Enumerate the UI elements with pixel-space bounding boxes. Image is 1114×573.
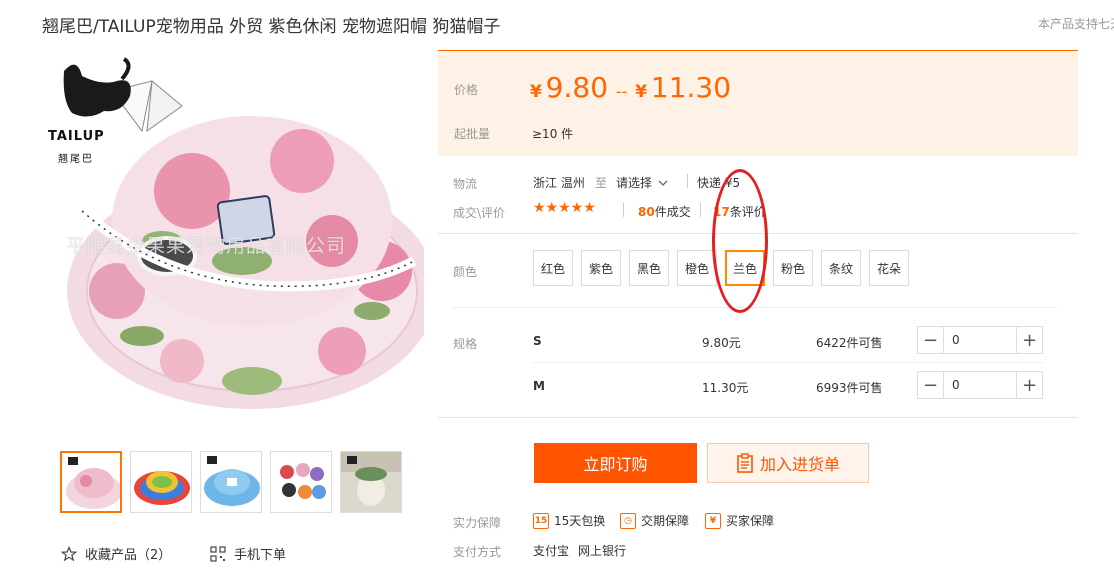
price-max: 11.30 bbox=[650, 71, 732, 104]
spec-price-m: 11.30元 bbox=[702, 381, 749, 395]
guarantee-15-day-exchange[interactable]: 15 15天包换 bbox=[533, 512, 605, 529]
color-option-red[interactable]: 红色 bbox=[533, 250, 573, 286]
main-product-image: TAILUP 翘尾巴 平阳县金果果宠物用品有限公司 bbox=[42, 51, 424, 431]
thumbnail-hat-collection[interactable] bbox=[270, 451, 332, 513]
image-watermark: 平阳县金果果宠物用品有限公司 bbox=[66, 235, 347, 257]
guarantee-label: 实力保障 bbox=[453, 516, 502, 530]
divider bbox=[623, 203, 624, 217]
minus-icon[interactable]: − bbox=[918, 372, 944, 398]
quantity-input-m[interactable]: 0 bbox=[944, 372, 1016, 398]
brand-logo: TAILUP bbox=[48, 129, 105, 144]
service-note: 本产品支持七天 bbox=[1038, 17, 1114, 31]
color-option-stripe[interactable]: 条纹 bbox=[821, 250, 861, 286]
qr-code-icon bbox=[210, 545, 226, 562]
color-option-flower[interactable]: 花朵 bbox=[869, 250, 909, 286]
payment-label: 支付方式 bbox=[453, 545, 502, 559]
quantity-input-s[interactable]: 0 bbox=[944, 327, 1016, 353]
star-outline-icon bbox=[61, 545, 77, 561]
section-divider bbox=[438, 233, 1078, 234]
quantity-stepper-m: − 0 + bbox=[917, 371, 1043, 399]
mobile-order[interactable]: 手机下单 bbox=[210, 544, 286, 563]
payment-online-bank: 网上银行 bbox=[578, 544, 627, 558]
spec-label: 规格 bbox=[453, 337, 478, 351]
moq-label: 起批量 bbox=[454, 127, 491, 141]
delivery-icon: ◷ bbox=[620, 512, 636, 529]
thumbnail-blue-hat[interactable] bbox=[200, 451, 262, 513]
logistics-to: 至 bbox=[595, 176, 608, 190]
moq-value: ≥10 件 bbox=[532, 127, 574, 141]
express-fee: 快递 ¥5 bbox=[697, 176, 741, 190]
favorite-label: 收藏产品（2） bbox=[85, 548, 172, 563]
thumbnail-strip bbox=[60, 451, 402, 513]
spec-stock-s: 6422件可售 bbox=[816, 336, 883, 350]
color-options: 红色 紫色 黑色 橙色 兰色 粉色 条纹 花朵 bbox=[533, 250, 909, 286]
rating-stars: ★★★★★ bbox=[533, 200, 596, 216]
favorite-product[interactable]: 收藏产品（2） bbox=[61, 544, 171, 563]
logistics-label: 物流 bbox=[453, 177, 478, 191]
color-option-orange[interactable]: 橙色 bbox=[677, 250, 717, 286]
destination-select[interactable]: 请选择 bbox=[616, 174, 668, 191]
color-label: 颜色 bbox=[453, 265, 478, 279]
spec-price-s: 9.80元 bbox=[702, 336, 741, 350]
payment-alipay: 支付宝 bbox=[533, 544, 570, 558]
thumbnail-floral-hat[interactable] bbox=[60, 451, 122, 513]
thumbnail-dog-wearing-hat[interactable] bbox=[340, 451, 402, 513]
deals-label: 成交\评价 bbox=[453, 206, 506, 220]
chevron-down-icon bbox=[658, 180, 668, 186]
section-divider bbox=[438, 417, 1078, 418]
row-divider bbox=[533, 362, 1043, 363]
mobile-order-label: 手机下单 bbox=[234, 548, 287, 563]
color-option-black[interactable]: 黑色 bbox=[629, 250, 669, 286]
guarantee-buyer[interactable]: ¥ 买家保障 bbox=[705, 512, 774, 529]
brand-logo-sub: 翘尾巴 bbox=[58, 154, 94, 165]
price-min: 9.80 bbox=[545, 71, 609, 104]
quantity-stepper-s: − 0 + bbox=[917, 326, 1043, 354]
shield-icon: ¥ bbox=[705, 512, 721, 529]
divider bbox=[700, 203, 701, 217]
minus-icon[interactable]: − bbox=[918, 327, 944, 353]
spec-name-s: S bbox=[533, 334, 542, 348]
price-label: 价格 bbox=[454, 83, 479, 97]
guarantee-delivery[interactable]: ◷ 交期保障 bbox=[620, 512, 689, 529]
color-option-purple[interactable]: 紫色 bbox=[581, 250, 621, 286]
color-option-pink[interactable]: 粉色 bbox=[773, 250, 813, 286]
logistics-origin: 浙江 温州 bbox=[533, 176, 585, 190]
clipboard-icon bbox=[737, 453, 753, 473]
color-option-blue[interactable]: 兰色 bbox=[725, 250, 765, 286]
price-range: ¥ 9.80 -- ¥ 11.30 bbox=[530, 71, 732, 104]
thumbnail-striped-hat[interactable] bbox=[130, 451, 192, 513]
divider bbox=[687, 174, 688, 188]
plus-icon[interactable]: + bbox=[1016, 372, 1042, 398]
spec-name-m: M bbox=[533, 379, 545, 393]
deal-count[interactable]: 80件成交 bbox=[638, 203, 691, 220]
add-to-cart-button[interactable]: 加入进货单 bbox=[707, 443, 869, 483]
review-count[interactable]: 17条评价 bbox=[713, 203, 766, 220]
plus-icon[interactable]: + bbox=[1016, 327, 1042, 353]
product-title: 翘尾巴/TAILUP宠物用品 外贸 紫色休闲 宠物遮阳帽 狗猫帽子 bbox=[42, 17, 501, 37]
exchange-icon: 15 bbox=[533, 512, 549, 529]
buy-now-button[interactable]: 立即订购 bbox=[534, 443, 697, 483]
price-panel: 价格 ¥ 9.80 -- ¥ 11.30 起批量 ≥10 件 bbox=[438, 50, 1078, 156]
section-divider bbox=[453, 307, 1058, 308]
spec-stock-m: 6993件可售 bbox=[816, 381, 883, 395]
